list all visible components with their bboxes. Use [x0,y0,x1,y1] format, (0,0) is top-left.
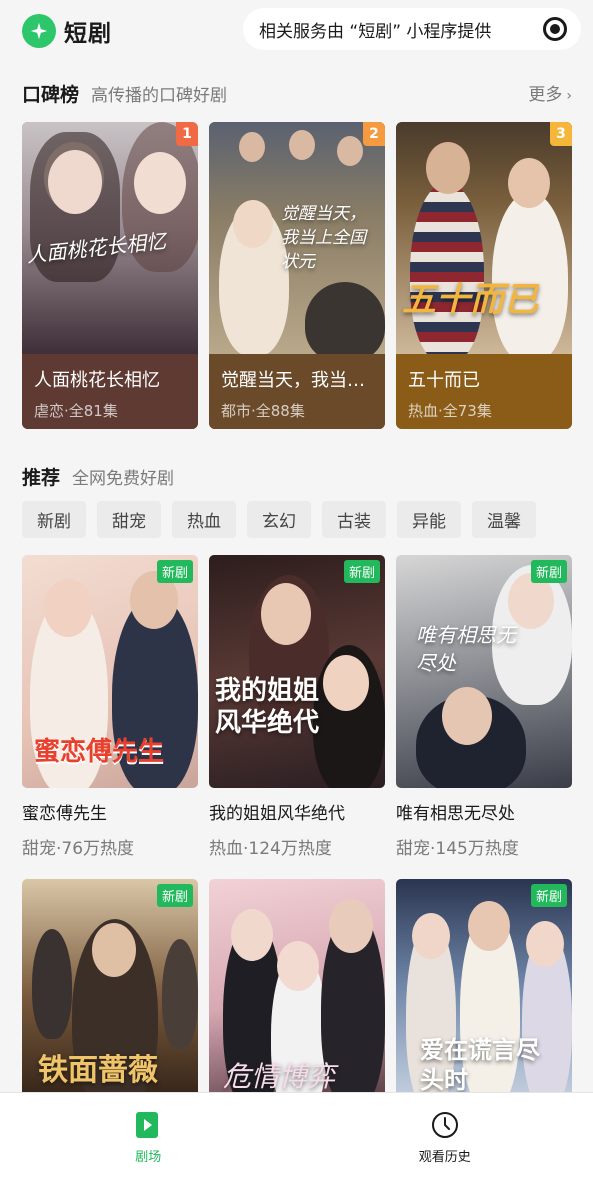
ranking-info: 五十而已 热血·全73集 [396,354,572,429]
ranking-poster: 人面桃花长相忆 [22,122,198,354]
poster-title-art: 我的姐姐风华绝代 [215,676,320,738]
ranking-list: 人面桃花长相忆 人面桃花长相忆 虐恋·全81集 1 觉醒当天，我当上全国状元 觉… [22,122,572,429]
drama-meta: 甜宠·76万热度 [22,839,135,859]
drama-card[interactable]: 蜜恋傅先生 新剧 新剧 蜜恋傅先生 甜宠·76万热度 [22,555,198,859]
tag-costume[interactable]: 古装 [322,501,386,538]
ranking-card[interactable]: 五十而已 五十而已 热血·全73集 3 [396,122,572,429]
poster-title-art: 觉醒当天，我当上全国状元 [281,204,366,272]
ranking-card[interactable]: 人面桃花长相忆 人面桃花长相忆 虐恋·全81集 1 [22,122,198,429]
drama-title: 唯有相思无尽处 [396,804,515,824]
drama-poster: 铁面蔷薇 新剧 [22,879,198,1112]
ranking-info: 人面桃花长相忆 虐恋·全81集 [22,354,198,429]
new-badge: 新剧 [530,560,567,583]
drama-poster: 危情博弈 [209,879,385,1112]
bottom-nav: 剧场 观看历史 [0,1092,593,1177]
ranking-card-title: 人面桃花长相忆 [34,370,160,391]
ranking-info: 觉醒当天，我当… 都市·全88集 [209,354,385,429]
ranking-card-title: 五十而已 [408,370,480,391]
drama-card[interactable]: 我的姐姐风华绝代 新剧 我的姐姐风华绝代 热血·124万热度 [209,555,385,859]
drama-card[interactable]: 爱在谎言尽头时 新剧 [396,879,572,1112]
rank-badge: 1 [176,122,198,146]
rank-badge: 3 [550,122,572,146]
new-badge: 新剧 [156,560,193,583]
drama-poster: 唯有相思无尽处 新剧 [396,555,572,788]
app-title: 短剧 [64,21,112,47]
ranking-title: 口碑榜 [22,84,80,106]
recommend-title: 推荐 [22,467,61,489]
poster-title-art: 唯有相思无尽处 [416,623,516,675]
drama-card[interactable]: 唯有相思无尽处 新剧 唯有相思无尽处 甜宠·145万热度 [396,555,572,859]
ranking-poster: 觉醒当天，我当上全国状元 [209,122,385,354]
tag-new[interactable]: 新剧 [22,501,86,538]
drama-card[interactable]: 铁面蔷薇 新剧 [22,879,198,1112]
app-header: 短剧 相关服务由 “短剧” 小程序提供 [0,0,593,62]
recommend-grid: 蜜恋傅先生 新剧 新剧 蜜恋傅先生 甜宠·76万热度 我的姐姐风华绝代 新剧 我… [22,555,572,1112]
service-provider-text: 相关服务由 “短剧” 小程序提供 [259,21,492,42]
nav-theater-label: 剧场 [135,1150,162,1165]
genre-tags: 新剧 甜宠 热血 玄幻 古装 异能 温馨 [22,501,536,538]
drama-meta: 热血·124万热度 [209,839,332,859]
ranking-card-meta: 虐恋·全81集 [34,402,118,420]
drama-card[interactable]: 危情博弈 [209,879,385,1112]
ranking-card[interactable]: 觉醒当天，我当上全国状元 觉醒当天，我当… 都市·全88集 2 [209,122,385,429]
tag-fantasy[interactable]: 玄幻 [247,501,311,538]
poster-title-art: 蜜恋傅先生 [34,737,165,767]
recommend-header: 推荐 全网免费好剧 [22,463,572,490]
ranking-card-meta: 热血·全73集 [408,402,492,420]
service-provider-pill[interactable]: 相关服务由 “短剧” 小程序提供 [243,8,581,50]
new-badge: 新剧 [343,560,380,583]
new-badge: 新剧 [530,884,567,907]
ranking-header: 口碑榜 高传播的口碑好剧 更多 › [22,80,572,107]
ranking-poster: 五十而已 [396,122,572,354]
clock-icon [431,1112,458,1138]
tag-warm[interactable]: 温馨 [472,501,536,538]
ranking-card-meta: 都市·全88集 [221,402,305,420]
recommend-subtitle: 全网免费好剧 [72,469,175,489]
drama-poster: 爱在谎言尽头时 新剧 [396,879,572,1112]
more-label: 更多 [528,85,563,105]
drama-title: 我的姐姐风华绝代 [209,804,345,824]
poster-title-art: 危情博弈 [223,1060,336,1093]
chevron-right-icon: › [566,88,572,104]
ranking-card-title: 觉醒当天，我当… [221,370,365,391]
drama-meta: 甜宠·145万热度 [396,839,519,859]
ranking-subtitle: 高传播的口碑好剧 [91,86,228,106]
new-badge: 新剧 [156,884,193,907]
app-logo-icon [22,14,56,48]
poster-title-art: 铁面蔷薇 [38,1053,158,1088]
rank-badge: 2 [363,122,385,146]
drama-poster: 蜜恋傅先生 新剧 [22,555,198,788]
nav-history-label: 观看历史 [418,1150,471,1165]
drama-title: 蜜恋傅先生 [22,804,107,824]
poster-title-art: 爱在谎言尽头时 [420,1035,540,1094]
tag-superpower[interactable]: 异能 [397,501,461,538]
nav-history[interactable]: 观看历史 [297,1093,593,1177]
nav-theater[interactable]: 剧场 [0,1093,297,1177]
drama-poster: 我的姐姐风华绝代 新剧 [209,555,385,788]
play-icon [136,1112,159,1138]
tag-sweet[interactable]: 甜宠 [97,501,161,538]
more-link[interactable]: 更多 › [528,80,572,105]
target-icon[interactable] [543,17,567,41]
poster-title-art: 五十而已 [402,280,538,320]
tag-passion[interactable]: 热血 [172,501,236,538]
